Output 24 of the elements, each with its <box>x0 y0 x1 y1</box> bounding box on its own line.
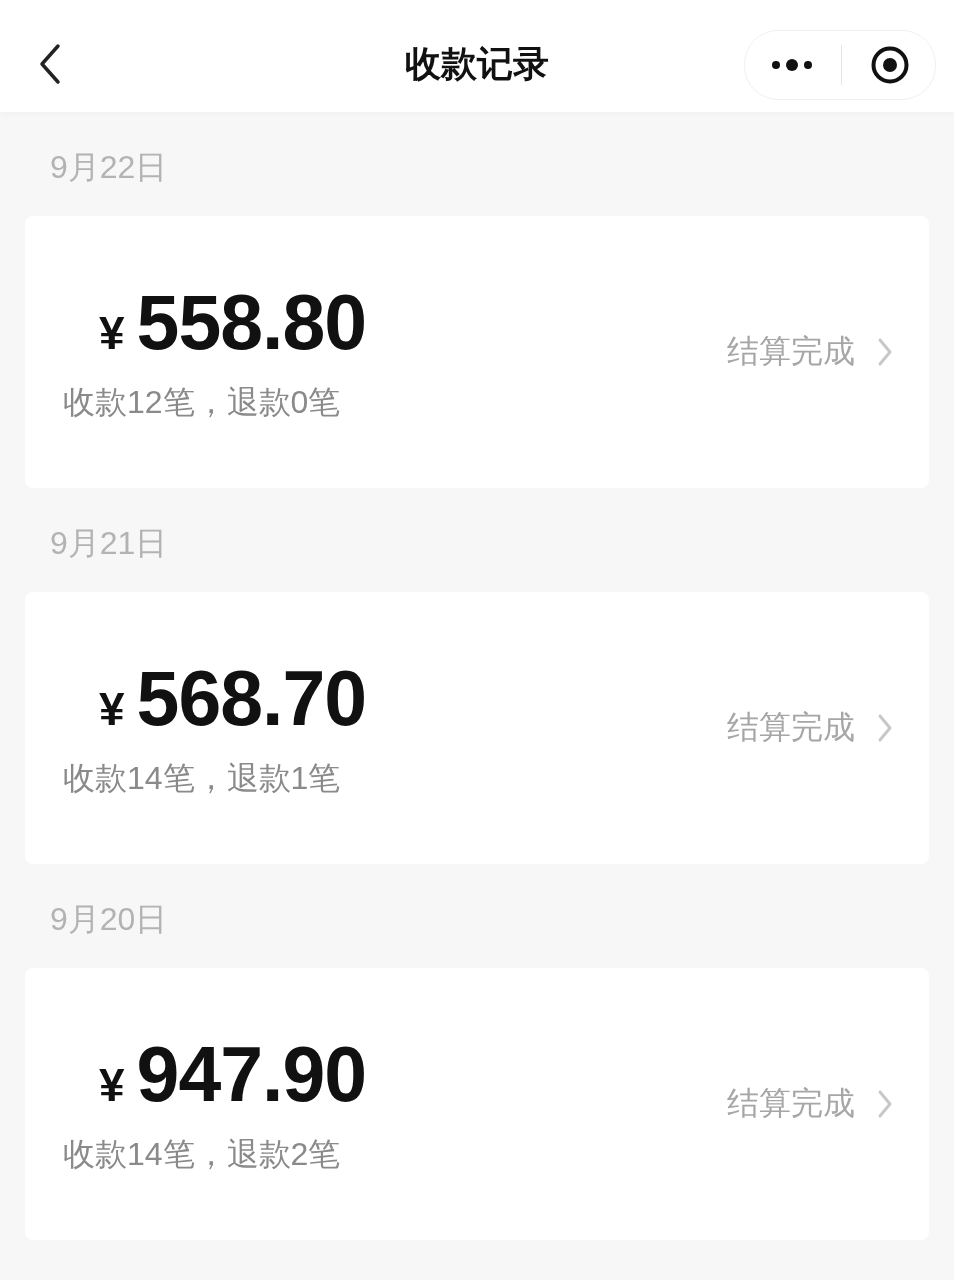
amount-text: 947.90 <box>136 1035 367 1113</box>
record-card[interactable]: ¥947.90 收款14笔，退款2笔 结算完成 <box>25 968 929 1240</box>
amount-text: 558.80 <box>136 283 367 361</box>
page-title: 收款记录 <box>405 42 549 86</box>
status-text: 结算完成 <box>727 708 855 747</box>
record-card[interactable]: ¥568.70 收款14笔，退款1笔 结算完成 <box>25 592 929 864</box>
currency-symbol: ¥ <box>99 1057 125 1112</box>
status-text: 结算完成 <box>727 1084 855 1123</box>
record-card[interactable]: ¥558.80 收款12笔，退款0笔 结算完成 <box>25 216 929 488</box>
currency-symbol: ¥ <box>99 681 125 736</box>
close-icon[interactable] <box>870 45 910 85</box>
summary-text: 收款14笔，退款1笔 <box>63 758 342 798</box>
currency-symbol: ¥ <box>99 305 125 360</box>
more-icon[interactable] <box>771 58 815 72</box>
summary-text: 收款12笔，退款0笔 <box>63 382 342 422</box>
status-text: 结算完成 <box>727 332 855 371</box>
date-label: 9月22日 <box>50 148 168 187</box>
date-label: 9月21日 <box>50 524 168 563</box>
chevron-right-icon <box>877 1089 893 1119</box>
chevron-right-icon <box>877 713 893 743</box>
date-label: 9月20日 <box>50 900 168 939</box>
amount-text: 568.70 <box>136 659 367 737</box>
chevron-right-icon <box>877 337 893 367</box>
summary-text: 收款14笔，退款2笔 <box>63 1134 342 1174</box>
